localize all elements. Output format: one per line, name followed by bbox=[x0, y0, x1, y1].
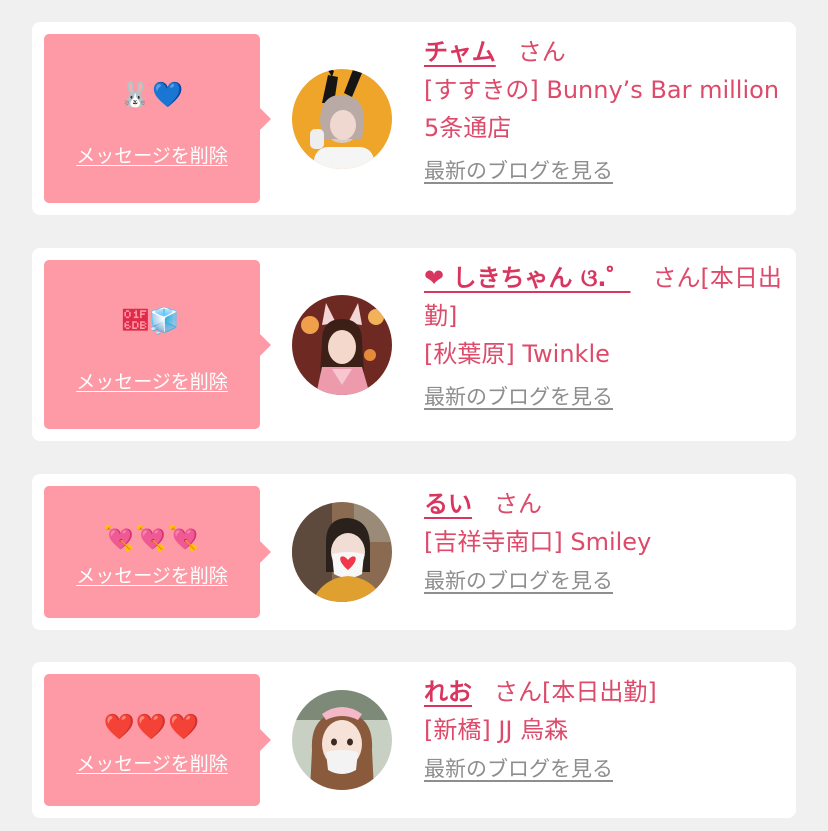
cast-card: 🐰💙 メッセージを削除 チャム さん [すすきの] Bunny’s Bar mil… bbox=[32, 22, 796, 215]
cast-name-link[interactable]: れお bbox=[424, 678, 472, 706]
avatar-photo bbox=[292, 502, 392, 602]
message-emoji: 💘💘💘 bbox=[103, 524, 201, 553]
shop-name: [すすきの] Bunny’s Bar million 5条通店 bbox=[424, 76, 780, 142]
avatar[interactable] bbox=[292, 502, 392, 602]
message-bubble: 🐰💙 メッセージを削除 bbox=[44, 34, 271, 203]
honorific-suffix: さん bbox=[517, 38, 566, 66]
message-bubble: ❤️❤️❤️ メッセージを削除 bbox=[44, 674, 271, 806]
name-line: チャム さん bbox=[424, 33, 790, 71]
name-line: ❤︎ しきちゃん ଓ.゜ さん[本日出勤] bbox=[424, 259, 790, 335]
name-line: るい さん bbox=[424, 485, 790, 523]
favorite-cast-list: 🐰💙 メッセージを削除 チャム さん [すすきの] Bunny’s Bar mil… bbox=[0, 0, 828, 831]
message-bubble: 💘💘💘 メッセージを削除 bbox=[44, 486, 271, 618]
cast-name-link[interactable]: チャム bbox=[424, 38, 496, 66]
cast-info: チャム さん [すすきの] Bunny’s Bar million 5条通店 最新… bbox=[424, 33, 790, 189]
cast-name-link[interactable]: るい bbox=[424, 490, 472, 518]
avatar-photo bbox=[292, 690, 392, 790]
avatar[interactable] bbox=[292, 690, 392, 790]
honorific-suffix: さん[本日出勤] bbox=[494, 678, 657, 706]
cast-name-link[interactable]: ❤︎ しきちゃん ଓ.゜ bbox=[424, 264, 630, 292]
latest-blog-link[interactable]: 最新のブログを見る bbox=[424, 755, 613, 783]
message-emoji: ❤️❤️❤️ bbox=[103, 712, 201, 741]
message-emoji: 🐰💙 bbox=[119, 80, 185, 109]
shop-name: [新橋] JJ 烏森 bbox=[424, 716, 569, 744]
cast-card: ❤️❤️❤️ メッセージを削除 れお さん[本日出勤] [新橋] JJ 烏森 最新… bbox=[32, 662, 796, 818]
honorific-suffix: さん bbox=[494, 490, 542, 518]
message-emoji: 🛛🧊 bbox=[122, 306, 182, 335]
shop-name: [吉祥寺南口] Smiley bbox=[424, 528, 652, 556]
avatar[interactable] bbox=[292, 69, 392, 169]
shop-name: [秋葉原] Twinkle bbox=[424, 340, 610, 368]
latest-blog-link[interactable]: 最新のブログを見る bbox=[424, 383, 613, 411]
message-bubble: 🛛🧊 メッセージを削除 bbox=[44, 260, 271, 429]
latest-blog-link[interactable]: 最新のブログを見る bbox=[424, 567, 613, 595]
name-line: れお さん[本日出勤] bbox=[424, 673, 790, 711]
latest-blog-link[interactable]: 最新のブログを見る bbox=[424, 157, 613, 185]
avatar-photo bbox=[292, 69, 392, 169]
delete-message-link[interactable]: メッセージを削除 bbox=[44, 564, 260, 588]
delete-message-link[interactable]: メッセージを削除 bbox=[44, 752, 260, 776]
cast-info: れお さん[本日出勤] [新橋] JJ 烏森 最新のブログを見る bbox=[424, 673, 790, 787]
avatar-photo bbox=[292, 295, 392, 395]
avatar[interactable] bbox=[292, 295, 392, 395]
cast-info: ❤︎ しきちゃん ଓ.゜ さん[本日出勤] [秋葉原] Twinkle 最新のブロ… bbox=[424, 259, 790, 415]
delete-message-link[interactable]: メッセージを削除 bbox=[44, 144, 260, 168]
cast-card: 💘💘💘 メッセージを削除 るい さん [吉祥寺南口] Smiley 最新のブログを… bbox=[32, 474, 796, 630]
delete-message-link[interactable]: メッセージを削除 bbox=[44, 370, 260, 394]
cast-card: 🛛🧊 メッセージを削除 ❤︎ しきちゃん ଓ.゜ さん[本日出勤] [秋葉原] T bbox=[32, 248, 796, 441]
cast-info: るい さん [吉祥寺南口] Smiley 最新のブログを見る bbox=[424, 485, 790, 599]
